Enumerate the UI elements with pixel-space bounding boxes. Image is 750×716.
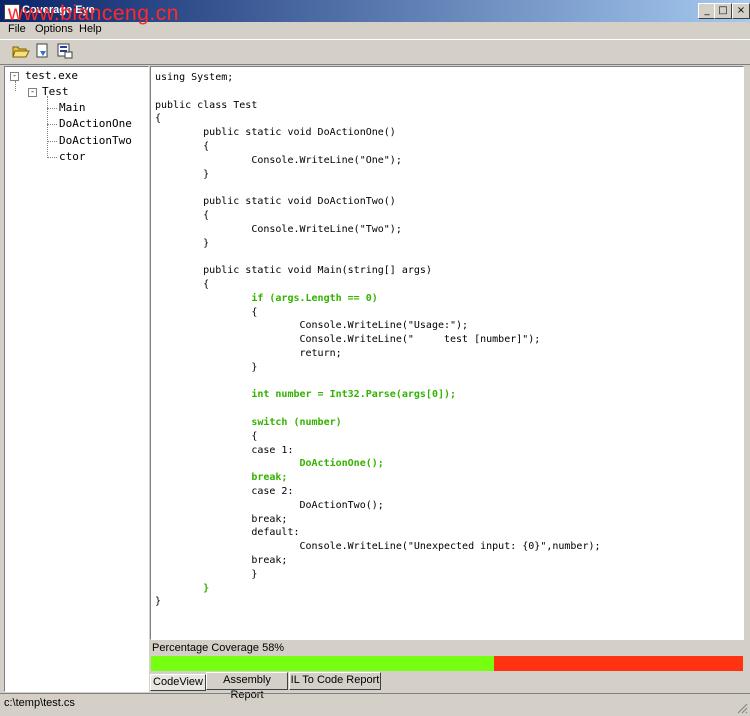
code-line: using System; xyxy=(155,72,234,83)
code-line: if (args.Length == 0) xyxy=(155,292,378,304)
code-line: switch (number) xyxy=(155,417,342,428)
report-icon xyxy=(57,43,73,59)
code-line: public static void DoActionOne() xyxy=(155,127,396,139)
resize-grip-icon[interactable] xyxy=(736,702,748,714)
tree-node-method[interactable]: DoActionTwo xyxy=(59,134,132,147)
code-line: Console.WriteLine("Unexpected input: {0}… xyxy=(155,541,601,553)
code-line: { xyxy=(155,430,258,442)
tree-node-assembly[interactable]: test.exe xyxy=(25,69,78,82)
tree-node-method[interactable]: Main xyxy=(59,101,86,114)
code-line: public class Test xyxy=(155,99,258,111)
code-line: public static void Main(string[] args) xyxy=(155,265,432,277)
maximize-button[interactable]: □ xyxy=(714,3,732,19)
status-bar: c:\temp\test.cs xyxy=(0,693,750,716)
code-line: return; xyxy=(155,348,342,359)
code-line: { xyxy=(155,113,162,125)
code-line: break; xyxy=(155,555,288,566)
maximize-icon: □ xyxy=(718,5,728,16)
code-line: public static void DoActionTwo() xyxy=(155,196,396,208)
menu-file[interactable]: File xyxy=(8,23,26,35)
menu-bar: File Options Help xyxy=(0,22,750,38)
code-line: DoActionOne(); xyxy=(155,458,384,470)
code-line: Console.WriteLine("Usage:"); xyxy=(155,320,469,332)
code-line: } xyxy=(155,568,258,580)
tree-line xyxy=(47,157,57,158)
menu-help[interactable]: Help xyxy=(79,23,102,35)
tree-node-class[interactable]: Test xyxy=(42,85,69,98)
menu-options[interactable]: Options xyxy=(35,23,73,35)
code-line: int number = Int32.Parse(args[0]); xyxy=(155,389,457,401)
code-line: { xyxy=(155,210,210,221)
code-line: default: xyxy=(155,527,300,539)
tree-node-method[interactable]: DoActionOne xyxy=(59,117,132,130)
tree-line xyxy=(47,96,48,158)
close-icon: × xyxy=(736,5,746,16)
code-line: case 2: xyxy=(155,486,294,497)
close-button[interactable]: × xyxy=(732,3,750,19)
code-view[interactable]: using System; public class Test { public s… xyxy=(150,66,744,640)
title-bar: Coverage Eye www.bianceng.cn _ □ × xyxy=(0,0,750,25)
code-line: { xyxy=(155,141,210,152)
code-line: DoActionTwo(); xyxy=(155,499,384,511)
code-line: } xyxy=(155,168,210,180)
tab-assembly-report[interactable]: Assembly Report xyxy=(206,672,288,701)
code-line: } xyxy=(155,596,162,608)
code-line: } xyxy=(155,582,210,594)
code-line: Console.WriteLine("Two"); xyxy=(155,223,402,235)
assembly-tree[interactable]: - test.exe - Test Main DoActionOne DoAct… xyxy=(4,66,149,692)
open-file-button[interactable] xyxy=(34,43,52,59)
tree-line xyxy=(15,81,16,91)
code-line: break; xyxy=(155,472,288,484)
code-line: } xyxy=(155,361,258,373)
minimize-icon: _ xyxy=(704,5,710,16)
coverage-label: Percentage Coverage 58% xyxy=(152,642,285,654)
open-folder-icon xyxy=(12,46,30,58)
open-folder-button[interactable] xyxy=(12,43,30,59)
code-line: Console.WriteLine(" test [number]"); xyxy=(155,334,541,346)
tree-line xyxy=(47,141,57,142)
toolbar xyxy=(0,39,750,65)
code-line: case 1: xyxy=(155,444,294,456)
code-line: break; xyxy=(155,513,288,525)
open-file-icon xyxy=(36,43,48,58)
tree-line xyxy=(47,124,57,125)
collapse-icon[interactable]: - xyxy=(28,88,37,97)
coverage-bar-fill xyxy=(151,656,495,671)
tree-node-method[interactable]: ctor xyxy=(59,150,86,163)
tree-line xyxy=(47,108,57,109)
coverage-bar xyxy=(151,656,743,671)
status-file-path: c:\temp\test.cs xyxy=(4,697,75,709)
code-line: Console.WriteLine("One"); xyxy=(155,154,402,166)
tab-il-to-code-report[interactable]: IL To Code Report xyxy=(289,672,381,690)
code-line: { xyxy=(155,306,258,318)
code-line: } xyxy=(155,237,210,249)
tab-codeview[interactable]: CodeView xyxy=(150,674,206,691)
report-button[interactable] xyxy=(56,43,74,59)
code-line: { xyxy=(155,279,210,290)
collapse-icon[interactable]: - xyxy=(10,72,19,81)
